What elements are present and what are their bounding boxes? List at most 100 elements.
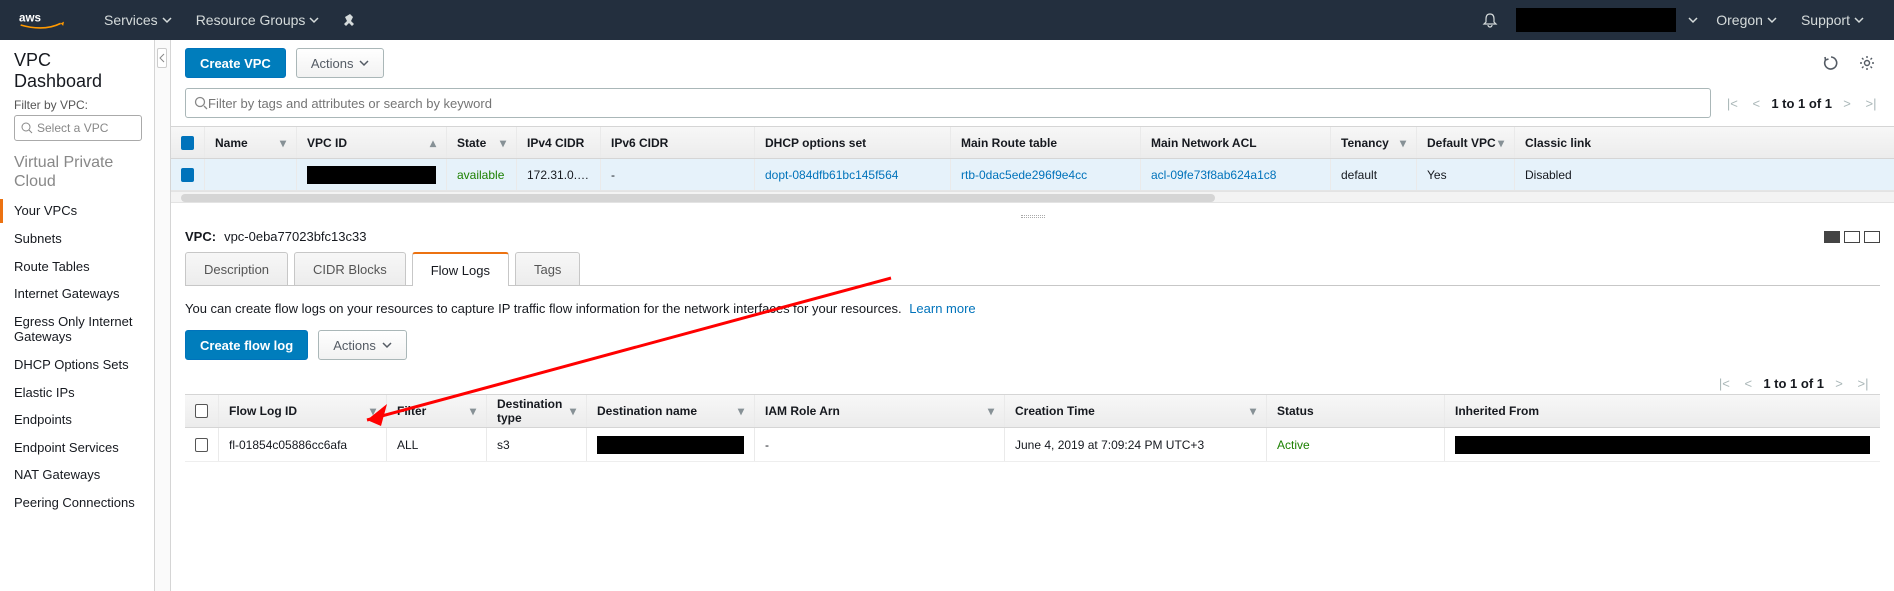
col-classic[interactable]: Classic link: [1515, 127, 1894, 158]
tab-tags[interactable]: Tags: [515, 252, 580, 286]
aws-logo[interactable]: aws: [18, 10, 70, 30]
table-row[interactable]: available 172.31.0.… - dopt-084dfb61bc14…: [171, 159, 1894, 191]
checkbox-all[interactable]: [195, 404, 208, 418]
nav-pin[interactable]: [331, 0, 369, 40]
sort-icon: ▾: [280, 136, 286, 150]
search-icon: [194, 96, 208, 110]
search-input[interactable]: [208, 96, 1702, 111]
sidebar-item-peering[interactable]: Peering Connections: [14, 489, 142, 517]
sidebar-item-egress-gateways[interactable]: Egress Only Internet Gateways: [14, 308, 142, 351]
col-dest-name[interactable]: Destination name▾: [587, 395, 755, 427]
page-first-button[interactable]: |<: [1715, 374, 1733, 392]
dest-name-redacted: [597, 436, 744, 454]
cell-ipv6: -: [601, 159, 755, 190]
col-status[interactable]: Status: [1267, 395, 1445, 427]
sidebar-scroll-gutter[interactable]: [155, 40, 171, 591]
col-ipv6[interactable]: IPv6 CIDR: [601, 127, 755, 158]
page-last-button[interactable]: >|: [1862, 94, 1880, 112]
page-prev-button[interactable]: <: [1747, 94, 1765, 112]
cell-tenancy: default: [1331, 159, 1417, 190]
col-checkbox[interactable]: [171, 127, 205, 158]
flow-actions-button[interactable]: Actions: [318, 330, 407, 360]
col-vpc-id[interactable]: VPC ID▴: [297, 127, 447, 158]
nav-account-caret[interactable]: [1682, 0, 1704, 40]
layout-rows-icon[interactable]: [1824, 231, 1840, 243]
learn-more-link[interactable]: Learn more: [909, 301, 975, 316]
cell-acl[interactable]: acl-09fe73f8ab624a1c8: [1141, 159, 1331, 190]
create-vpc-button[interactable]: Create VPC: [185, 48, 286, 78]
sidebar-item-endpoints[interactable]: Endpoints: [14, 406, 142, 434]
col-name[interactable]: Name▾: [205, 127, 297, 158]
layout-split-icon[interactable]: [1844, 231, 1860, 243]
table-row[interactable]: fl-01854c05886cc6afa ALL s3 - June 4, 20…: [185, 428, 1880, 462]
pin-icon: [343, 13, 357, 27]
col-checkbox[interactable]: [185, 395, 219, 427]
split-handle[interactable]: [171, 209, 1894, 223]
sidebar-item-route-tables[interactable]: Route Tables: [14, 253, 142, 281]
page-next-button[interactable]: >: [1830, 374, 1848, 392]
cell-iam: -: [755, 428, 1005, 461]
sort-icon: ▾: [1250, 404, 1256, 418]
collapse-sidebar-button[interactable]: [157, 48, 167, 68]
col-iam[interactable]: IAM Role Arn▾: [755, 395, 1005, 427]
flow-table-header: Flow Log ID▾ Filter▾ Destination type▾ D…: [185, 394, 1880, 428]
nav-resource-groups[interactable]: Resource Groups: [184, 0, 332, 40]
col-rtb[interactable]: Main Route table: [951, 127, 1141, 158]
cell-dhcp[interactable]: dopt-084dfb61bc145f564: [755, 159, 951, 190]
filter-by-vpc-label: Filter by VPC:: [14, 98, 142, 112]
sidebar-item-endpoint-services[interactable]: Endpoint Services: [14, 434, 142, 462]
page-next-button[interactable]: >: [1838, 94, 1856, 112]
col-default-vpc[interactable]: Default VPC▾: [1417, 127, 1515, 158]
sort-icon: ▾: [500, 136, 506, 150]
layout-full-icon[interactable]: [1864, 231, 1880, 243]
sidebar-item-subnets[interactable]: Subnets: [14, 225, 142, 253]
nav-support[interactable]: Support: [1789, 0, 1876, 40]
col-tenancy[interactable]: Tenancy▾: [1331, 127, 1417, 158]
sidebar-item-internet-gateways[interactable]: Internet Gateways: [14, 280, 142, 308]
sidebar-item-your-vpcs[interactable]: Your VPCs: [14, 197, 142, 225]
col-flow-log-id[interactable]: Flow Log ID▾: [219, 395, 387, 427]
col-acl[interactable]: Main Network ACL: [1141, 127, 1331, 158]
vpc-table-header: Name▾ VPC ID▴ State▾ IPv4 CIDR IPv6 CIDR…: [171, 127, 1894, 159]
toolbar: Create VPC Actions: [171, 40, 1894, 88]
page-prev-button[interactable]: <: [1739, 374, 1757, 392]
create-flow-log-button[interactable]: Create flow log: [185, 330, 308, 360]
refresh-icon: [1822, 54, 1840, 72]
vpc-select[interactable]: Select a VPC: [14, 115, 142, 141]
actions-button[interactable]: Actions: [296, 48, 385, 78]
row-checkbox[interactable]: [181, 168, 194, 182]
sort-asc-icon: ▴: [430, 136, 436, 150]
page-range: 1 to 1 of 1: [1771, 96, 1832, 111]
search-box[interactable]: [185, 88, 1711, 118]
sidebar-section-vpc: Virtual Private Cloud: [14, 153, 142, 191]
refresh-button[interactable]: [1818, 50, 1844, 76]
col-state[interactable]: State▾: [447, 127, 517, 158]
col-ipv4[interactable]: IPv4 CIDR: [517, 127, 601, 158]
col-dest-type[interactable]: Destination type▾: [487, 395, 587, 427]
col-inherited[interactable]: Inherited From: [1445, 395, 1880, 427]
tab-cidr-blocks[interactable]: CIDR Blocks: [294, 252, 406, 286]
cell-rtb[interactable]: rtb-0dac5ede296f9e4cc: [951, 159, 1141, 190]
nav-support-label: Support: [1801, 12, 1850, 28]
sidebar-item-elastic-ips[interactable]: Elastic IPs: [14, 379, 142, 407]
caret-down-icon: [309, 15, 319, 25]
nav-region[interactable]: Oregon: [1704, 0, 1789, 40]
pager-flow: |< < 1 to 1 of 1 > >|: [1715, 374, 1872, 392]
tab-description[interactable]: Description: [185, 252, 288, 286]
sidebar-item-nat-gateways[interactable]: NAT Gateways: [14, 461, 142, 489]
col-dhcp[interactable]: DHCP options set: [755, 127, 951, 158]
nav-services[interactable]: Services: [92, 0, 184, 40]
page-last-button[interactable]: >|: [1854, 374, 1872, 392]
col-filter[interactable]: Filter▾: [387, 395, 487, 427]
nav-alerts[interactable]: [1470, 0, 1510, 40]
settings-button[interactable]: [1854, 50, 1880, 76]
row-checkbox[interactable]: [195, 438, 208, 452]
sidebar-item-dhcp[interactable]: DHCP Options Sets: [14, 351, 142, 379]
horizontal-scrollbar[interactable]: [171, 191, 1894, 203]
inherited-redacted: [1455, 436, 1870, 454]
col-created[interactable]: Creation Time▾: [1005, 395, 1267, 427]
page-first-button[interactable]: |<: [1723, 94, 1741, 112]
checkbox-all[interactable]: [181, 136, 194, 150]
tab-flow-logs[interactable]: Flow Logs: [412, 252, 509, 286]
cell-ipv4: 172.31.0.…: [517, 159, 601, 190]
